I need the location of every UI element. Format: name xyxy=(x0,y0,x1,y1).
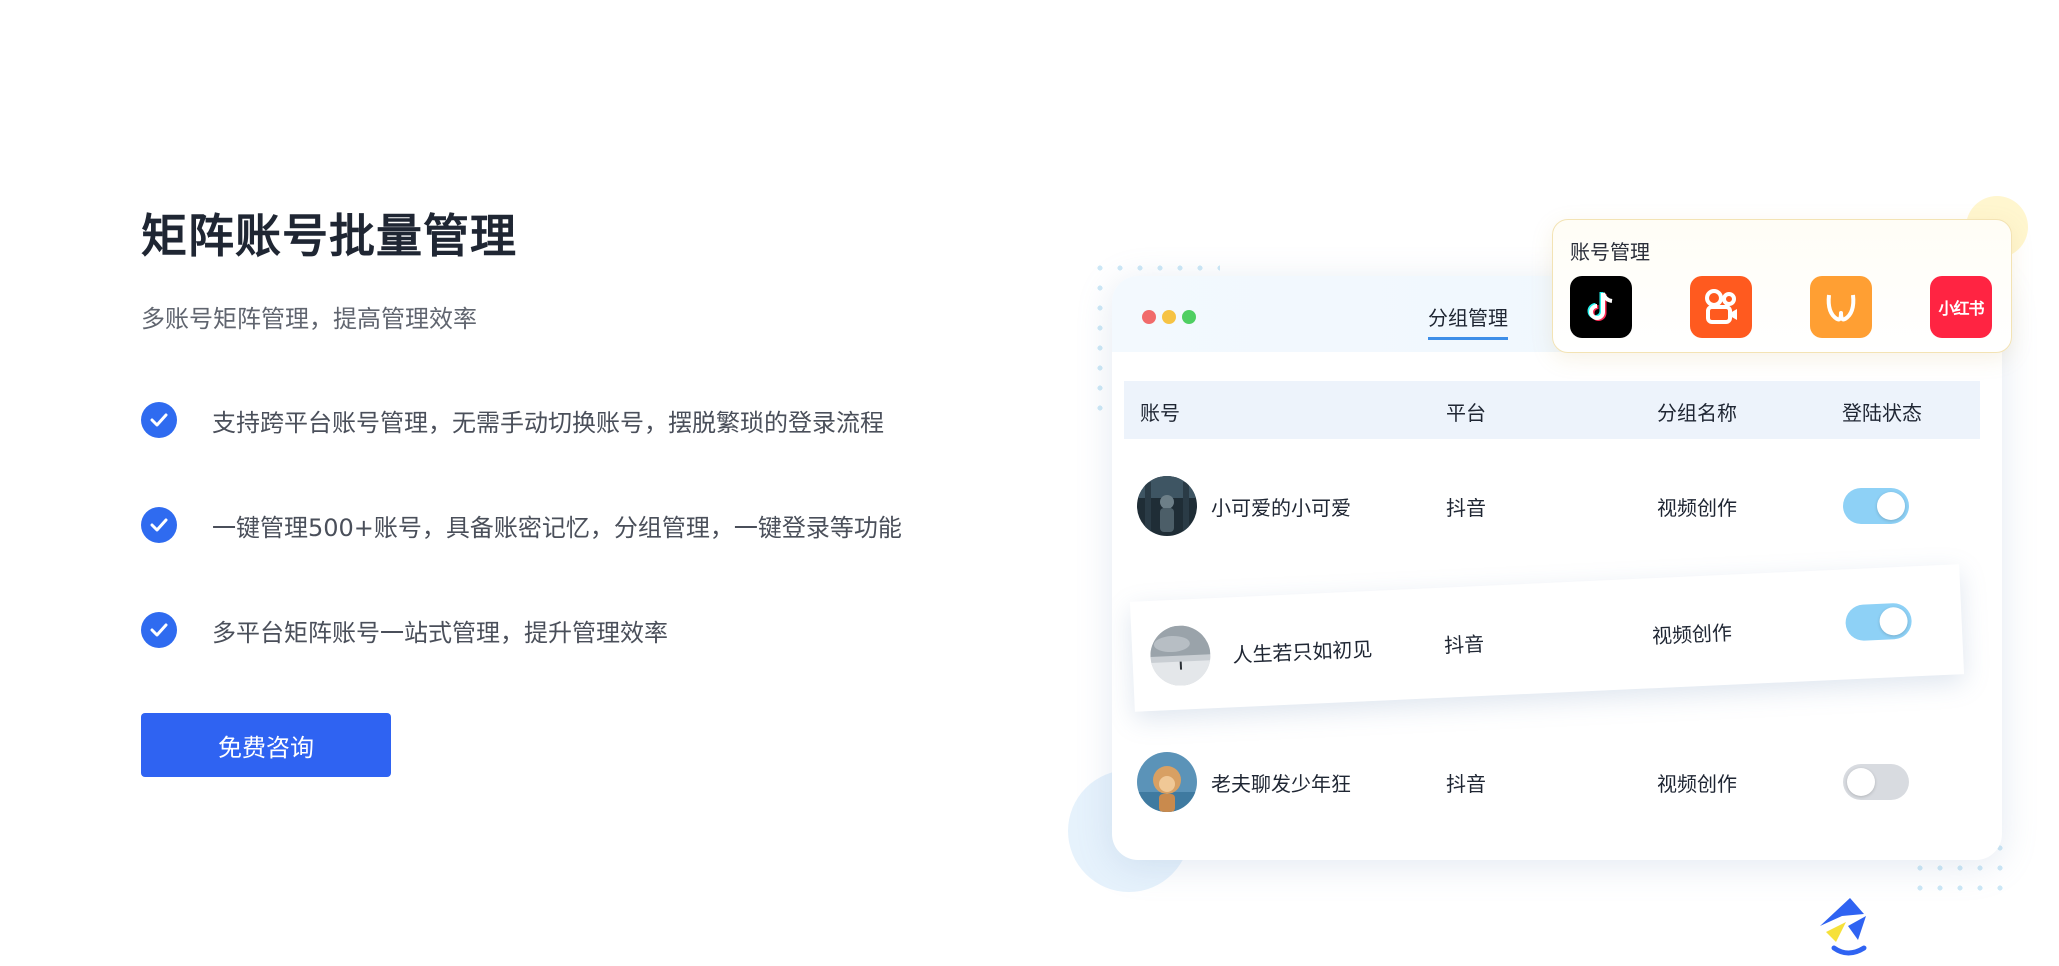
account-platform-popup: 账号管理 小红书 xyxy=(1552,219,2012,353)
platform-name: 抖音 xyxy=(1446,772,1486,796)
check-icon xyxy=(141,507,177,543)
window-maximize-dot xyxy=(1182,310,1196,324)
brand-logo-icon xyxy=(1812,892,1882,962)
group-name: 视频创作 xyxy=(1657,496,1737,520)
feature-text: 一键管理500+账号，具备账密记忆，分组管理，一键登录等功能 xyxy=(212,513,902,542)
toggle-knob xyxy=(1877,492,1905,520)
free-consult-button[interactable]: 免费咨询 xyxy=(141,713,391,777)
column-header-login-status: 登陆状态 xyxy=(1842,401,1922,425)
table-row: 小可爱的小可爱 抖音 视频创作 xyxy=(1124,466,1980,546)
column-header-group: 分组名称 xyxy=(1657,401,1737,425)
popup-title: 账号管理 xyxy=(1570,240,1650,264)
feature-item: 支持跨平台账号管理，无需手动切换账号，摆脱繁琐的登录流程 xyxy=(141,401,884,439)
login-status-toggle[interactable] xyxy=(1844,602,1913,642)
table-header: 账号 平台 分组名称 登陆状态 xyxy=(1124,381,1980,439)
page-subtitle: 多账号矩阵管理，提高管理效率 xyxy=(141,305,477,333)
tab-group-management[interactable]: 分组管理 xyxy=(1428,302,1508,340)
feature-item: 一键管理500+账号，具备账密记忆，分组管理，一键登录等功能 xyxy=(141,506,902,544)
column-header-account: 账号 xyxy=(1140,401,1180,425)
platform-name: 抖音 xyxy=(1443,631,1485,658)
toggle-knob xyxy=(1847,768,1875,796)
column-header-platform: 平台 xyxy=(1446,401,1486,425)
check-icon xyxy=(141,402,177,438)
login-status-toggle[interactable] xyxy=(1843,488,1909,524)
account-name: 老夫聊发少年狂 xyxy=(1211,772,1351,796)
account-name: 人生若只如初见 xyxy=(1231,636,1373,668)
window-minimize-dot xyxy=(1162,310,1176,324)
avatar xyxy=(1137,476,1197,536)
account-name: 小可爱的小可爱 xyxy=(1211,496,1351,520)
douyin-icon[interactable] xyxy=(1570,276,1632,338)
xiaohongshu-logo-text: 小红书 xyxy=(1938,299,1984,318)
feature-item: 多平台矩阵账号一站式管理，提升管理效率 xyxy=(141,611,668,649)
group-name: 视频创作 xyxy=(1657,772,1737,796)
dot-pattern-decoration xyxy=(1110,258,1220,278)
account-management-card: 分组管理 账号 平台 分组名称 登陆状态 小可爱的小可爱 抖音 视频创作 人生若… xyxy=(1112,276,2002,860)
toggle-knob xyxy=(1878,606,1909,636)
group-name: 视频创作 xyxy=(1651,620,1733,649)
feature-text: 多平台矩阵账号一站式管理，提升管理效率 xyxy=(212,618,668,647)
table-row: 老夫聊发少年狂 抖音 视频创作 xyxy=(1124,742,1980,822)
avatar xyxy=(1137,752,1197,812)
login-status-toggle[interactable] xyxy=(1843,764,1909,800)
check-icon xyxy=(141,612,177,648)
window-close-dot xyxy=(1142,310,1156,324)
feature-text: 支持跨平台账号管理，无需手动切换账号，摆脱繁琐的登录流程 xyxy=(212,408,884,437)
platform-name: 抖音 xyxy=(1446,496,1486,520)
dot-pattern-decoration xyxy=(1090,258,1114,416)
kuaidian-icon[interactable] xyxy=(1810,276,1872,338)
page-title: 矩阵账号批量管理 xyxy=(141,209,517,263)
table-row: 人生若只如初见 抖音 视频创作 xyxy=(1129,564,1965,712)
avatar xyxy=(1149,624,1212,687)
kuaishou-icon[interactable] xyxy=(1690,276,1752,338)
xiaohongshu-icon[interactable]: 小红书 xyxy=(1930,276,1992,338)
